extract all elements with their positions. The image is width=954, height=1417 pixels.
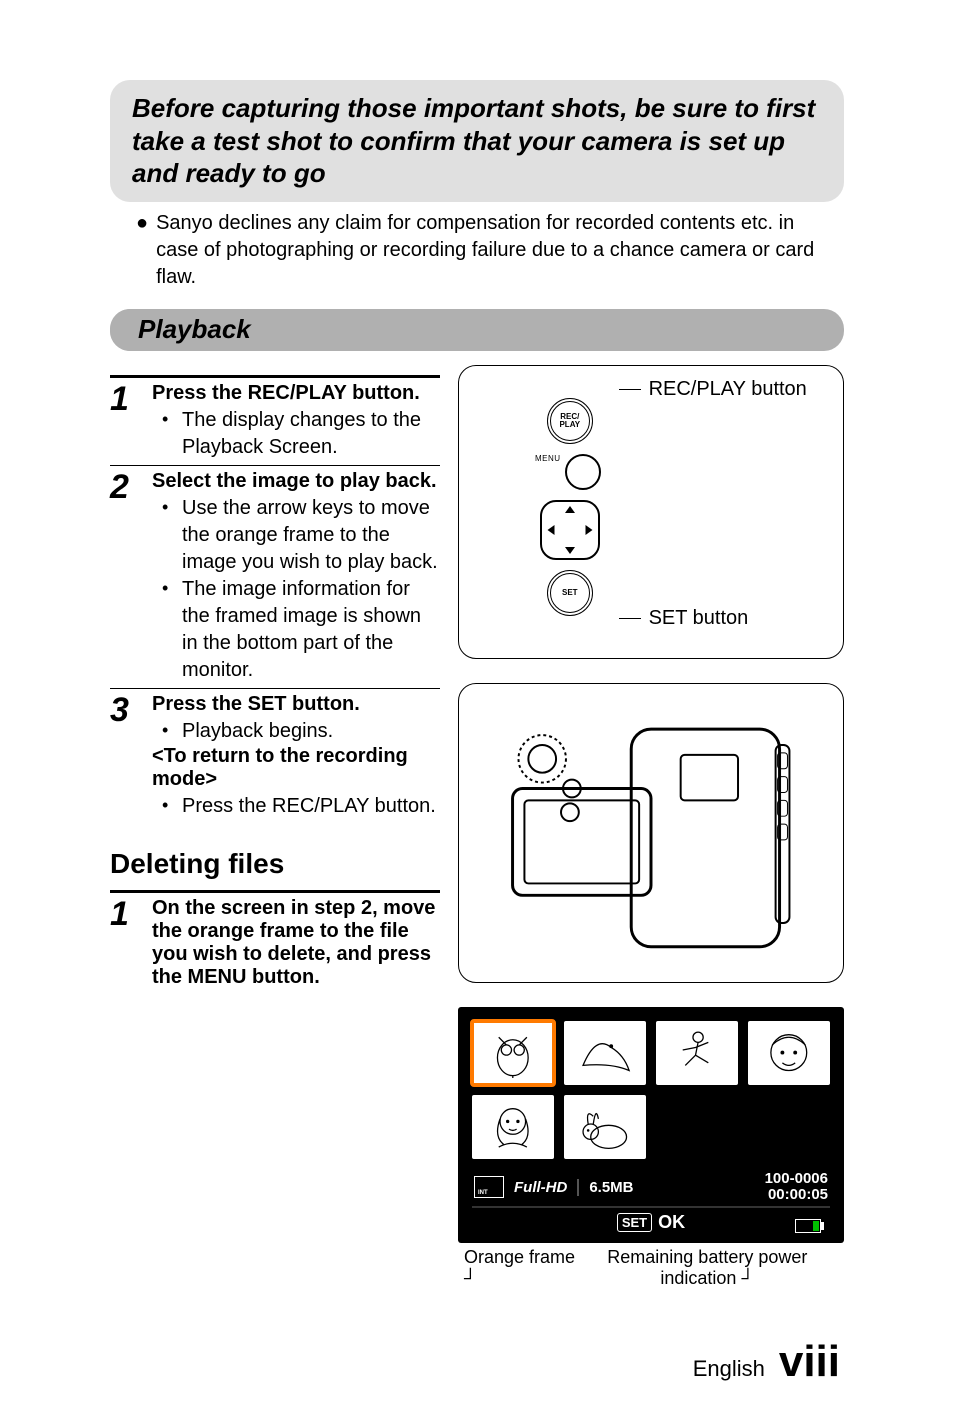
thumbnail xyxy=(564,1021,646,1085)
thumbnail-selected xyxy=(472,1021,554,1085)
set-chip: SET xyxy=(617,1213,652,1232)
thumbnail-grid xyxy=(472,1021,830,1159)
woman-icon xyxy=(480,1101,546,1152)
step-bullet: Press the REC/PLAY button. xyxy=(174,793,440,820)
step-bullet: The display changes to the Playback Scre… xyxy=(174,407,440,461)
callout-line-icon: ┘ xyxy=(464,1268,477,1288)
step-number: 1 xyxy=(110,382,138,461)
step-title: Press the SET button. xyxy=(152,693,440,716)
playback-screen: Full-HD 6.5MB 100-0006 00:00:05 SET OK xyxy=(458,1007,844,1243)
delete-step-1: 1 On the screen in step 2, move the oran… xyxy=(110,897,440,989)
step-number: 2 xyxy=(110,470,138,684)
camcorder-figure xyxy=(458,683,844,983)
notice-banner: Before capturing those important shots, … xyxy=(110,80,844,202)
step-subnote-bold: <To return to the recording mode> xyxy=(152,745,440,791)
duration-label: 00:00:05 xyxy=(765,1187,828,1204)
step-3: 3 Press the SET button. Playback begins.… xyxy=(110,693,440,820)
camcorder-icon xyxy=(473,698,829,968)
orange-frame-callout: Orange frame ┘ xyxy=(464,1247,577,1289)
figure-column: REC/ PLAY MENU SET REC/PLAY button xyxy=(458,365,844,1289)
step-title: On the screen in step 2, move the orange… xyxy=(152,897,440,989)
file-size-label: 6.5MB xyxy=(577,1179,633,1196)
thumbnail-empty xyxy=(656,1095,738,1159)
steps-column: 1 Press the REC/PLAY button. The display… xyxy=(110,365,440,1289)
battery-icon xyxy=(795,1219,824,1233)
step-bullet: The image information for the framed ima… xyxy=(174,576,440,684)
bullet-icon: ● xyxy=(136,210,148,291)
thumbnail-empty xyxy=(748,1095,830,1159)
divider xyxy=(110,890,440,893)
step-title: Press the REC/PLAY button. xyxy=(152,382,440,405)
battery-callout: Remaining battery power indication ┘ xyxy=(577,1247,838,1289)
disclaimer-row: ● Sanyo declines any claim for compensat… xyxy=(110,210,844,291)
page: Before capturing those important shots, … xyxy=(0,0,954,1417)
thumbnail xyxy=(564,1095,646,1159)
rec-play-button-icon: REC/ PLAY xyxy=(547,398,593,444)
thumbnail xyxy=(656,1021,738,1085)
thumbnail xyxy=(748,1021,830,1085)
file-number-label: 100-0006 xyxy=(765,1171,828,1188)
subheading-deleting-files: Deleting files xyxy=(110,848,440,880)
thumbnail xyxy=(472,1095,554,1159)
running-person-icon xyxy=(664,1027,730,1078)
step-title: Select the image to play back. xyxy=(152,470,440,493)
rec-play-label: REC/PLAY button xyxy=(649,378,807,401)
menu-button-icon xyxy=(565,454,601,490)
buttons-figure: REC/ PLAY MENU SET REC/PLAY button xyxy=(458,365,844,659)
notice-banner-text: Before capturing those important shots, … xyxy=(132,92,822,190)
ok-label: OK xyxy=(658,1212,685,1233)
callout-line-icon: ┘ xyxy=(741,1268,754,1288)
face-icon xyxy=(756,1027,822,1078)
bird-icon xyxy=(572,1027,638,1078)
owl-icon xyxy=(480,1027,546,1078)
step-bullet: Use the arrow keys to move the orange fr… xyxy=(174,495,440,576)
step-bullet: Playback begins. xyxy=(174,718,440,745)
button-labels: REC/PLAY button SET button xyxy=(619,378,807,630)
set-button-icon: SET xyxy=(547,570,593,616)
rabbit-icon xyxy=(572,1101,638,1152)
resolution-label: Full-HD xyxy=(514,1179,567,1196)
ok-row: SET OK xyxy=(472,1206,830,1235)
set-label: SET button xyxy=(649,607,749,630)
playback-screen-figure: Full-HD 6.5MB 100-0006 00:00:05 SET OK xyxy=(458,1007,844,1289)
page-footer: English viii xyxy=(110,1337,844,1387)
step-number: 3 xyxy=(110,693,138,820)
divider xyxy=(110,688,440,689)
callouts-row: Orange frame ┘ Remaining battery power i… xyxy=(458,1247,844,1289)
button-stack: REC/ PLAY MENU SET xyxy=(539,398,601,616)
divider xyxy=(110,465,440,466)
info-row: Full-HD 6.5MB 100-0006 00:00:05 xyxy=(472,1169,830,1206)
step-number: 1 xyxy=(110,897,138,989)
menu-label: MENU xyxy=(535,454,561,463)
disclaimer-text: Sanyo declines any claim for compensatio… xyxy=(156,210,838,291)
section-title: Playback xyxy=(138,314,251,345)
divider xyxy=(110,375,440,378)
footer-language: English xyxy=(693,1356,765,1382)
section-heading-playback: Playback xyxy=(110,309,844,351)
footer-page-number: viii xyxy=(779,1337,840,1387)
card-icon xyxy=(474,1176,504,1198)
step-2: 2 Select the image to play back. Use the… xyxy=(110,470,440,684)
step-1: 1 Press the REC/PLAY button. The display… xyxy=(110,382,440,461)
dpad-icon xyxy=(540,500,600,560)
